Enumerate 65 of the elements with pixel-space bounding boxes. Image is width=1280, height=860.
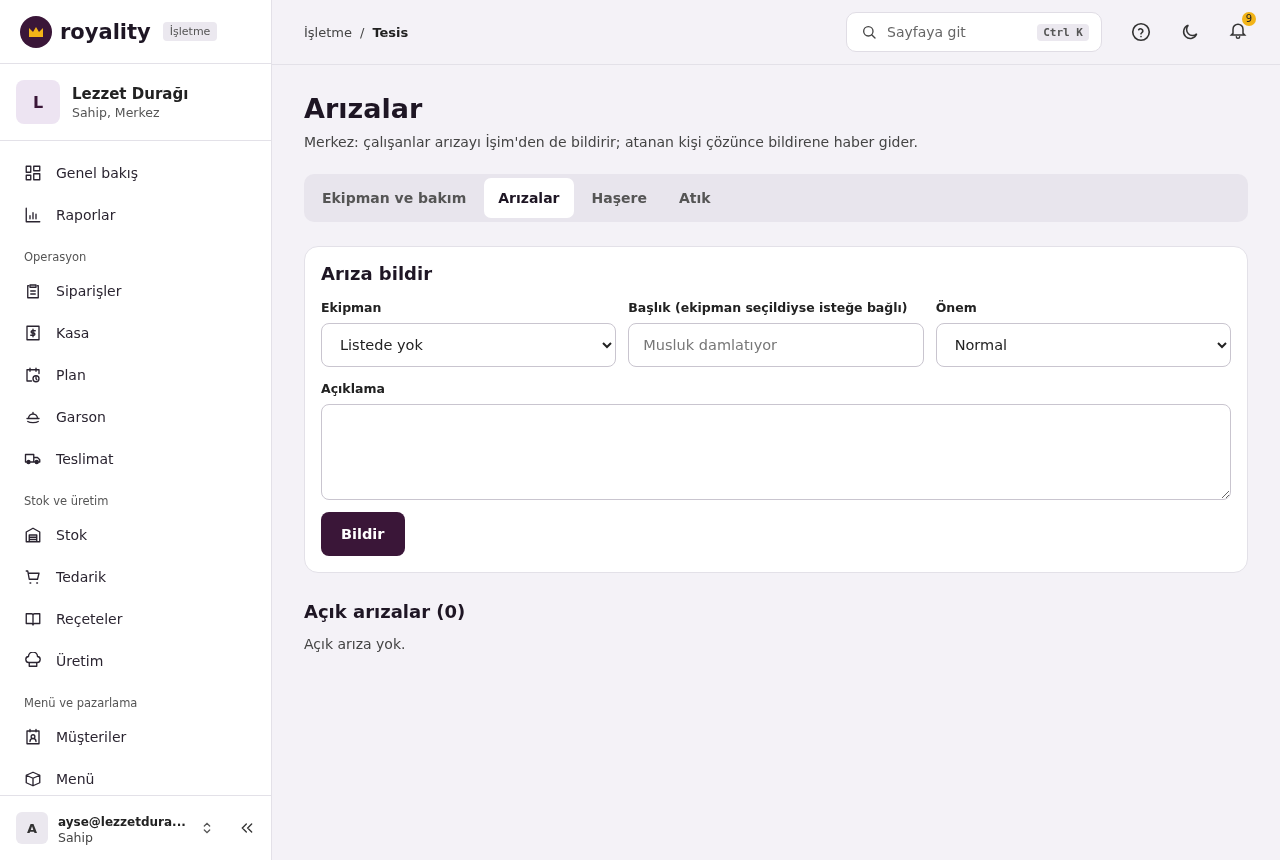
org-role: Sahip, Merkez (72, 104, 161, 120)
org-avatar: L (16, 80, 60, 124)
shortcut-key: Ctrl K (1037, 23, 1089, 41)
sidebar-item[interactable]: Menü (0, 758, 271, 795)
user-avatar: A (16, 812, 48, 844)
tab[interactable]: Arızalar (484, 178, 574, 218)
breadcrumb-item[interactable]: İşletme (304, 24, 352, 40)
search-field[interactable]: Sayfaya git Ctrl K (846, 12, 1102, 52)
sidebar-item[interactable]: Müşteriler (0, 716, 271, 758)
textarea-field[interactable] (321, 404, 1231, 500)
nav-icon (24, 728, 42, 746)
nav-icon (24, 366, 42, 384)
sidebar-item[interactable]: Teslimat (0, 438, 271, 480)
org-name: Lezzet Durağı (72, 84, 189, 103)
submit-button[interactable]: Bildir (321, 512, 405, 556)
search-input[interactable]: Sayfaya git (885, 23, 1030, 41)
crown-logo-icon (20, 15, 52, 48)
brand-name: royality (60, 19, 151, 44)
input-field[interactable]: Musluk damlatıyor (628, 323, 924, 367)
sidebar-item[interactable]: Siparişler (0, 270, 271, 312)
nav-icon (24, 164, 42, 182)
sidebar-item[interactable]: Kasa (0, 312, 271, 354)
nav-section-title: Operasyon (23, 249, 88, 266)
moon-icon[interactable] (1180, 22, 1200, 42)
tab[interactable]: Ekipman ve bakım (308, 178, 481, 218)
select-field[interactable]: Normal (935, 323, 1231, 367)
field-label: Ekipman (321, 300, 383, 315)
empty-message: Açık arıza yok. (304, 636, 407, 652)
breadcrumb-item: Tesis (372, 24, 409, 40)
nav-icon (24, 610, 42, 628)
breadcrumb-separator: / (360, 24, 365, 40)
nav-icon (24, 206, 42, 224)
sidebar-item[interactable]: Garson (0, 396, 271, 438)
field-label: Önem (935, 300, 978, 315)
field-label: Başlık (ekipman seçildiyse isteğe bağlı) (628, 300, 909, 315)
sidebar-item[interactable]: Tedarik (0, 556, 271, 598)
tab[interactable]: Haşere (577, 178, 661, 218)
page-title: Arızalar (304, 93, 424, 124)
sidebar-item[interactable]: Raporlar (0, 194, 271, 236)
nav-icon (24, 770, 42, 788)
section-title: Açık arızalar (0) (304, 601, 467, 622)
sidebar-item[interactable]: Genel bakış (0, 152, 271, 194)
nav-icon (24, 526, 42, 544)
nav-section-title: Menü ve pazarlama (23, 695, 139, 712)
notification-badge: 9 (1242, 12, 1256, 26)
field-label: Açıklama (321, 381, 386, 396)
collapse-icon[interactable] (239, 820, 255, 836)
nav-icon (24, 568, 42, 586)
sidebar-item[interactable]: Stok (0, 514, 271, 556)
sidebar-item[interactable]: Plan (0, 354, 271, 396)
tab[interactable]: Atık (664, 178, 725, 218)
nav-icon (24, 282, 42, 300)
page-subtitle: Merkez: çalışanlar arızayı İşim'den de bildirir; atanan kişi çözünce bildirene haber gider. (304, 134, 919, 150)
user-email: ayse@lezzetdura... (58, 814, 186, 831)
nav-icon (24, 324, 42, 342)
sidebar-item[interactable]: Üretim (0, 640, 271, 682)
brand-badge: İşletme (162, 22, 218, 41)
user-role: Sahip (58, 830, 94, 846)
search-icon (861, 24, 877, 40)
sidebar-item[interactable]: Reçeteler (0, 598, 271, 640)
select-field[interactable]: Listede yok (321, 323, 617, 367)
card-title: Arıza bildir (321, 263, 434, 284)
nav-icon (24, 652, 42, 670)
help-icon[interactable] (1130, 21, 1152, 43)
nav-section-title: Stok ve üretim (23, 493, 110, 510)
